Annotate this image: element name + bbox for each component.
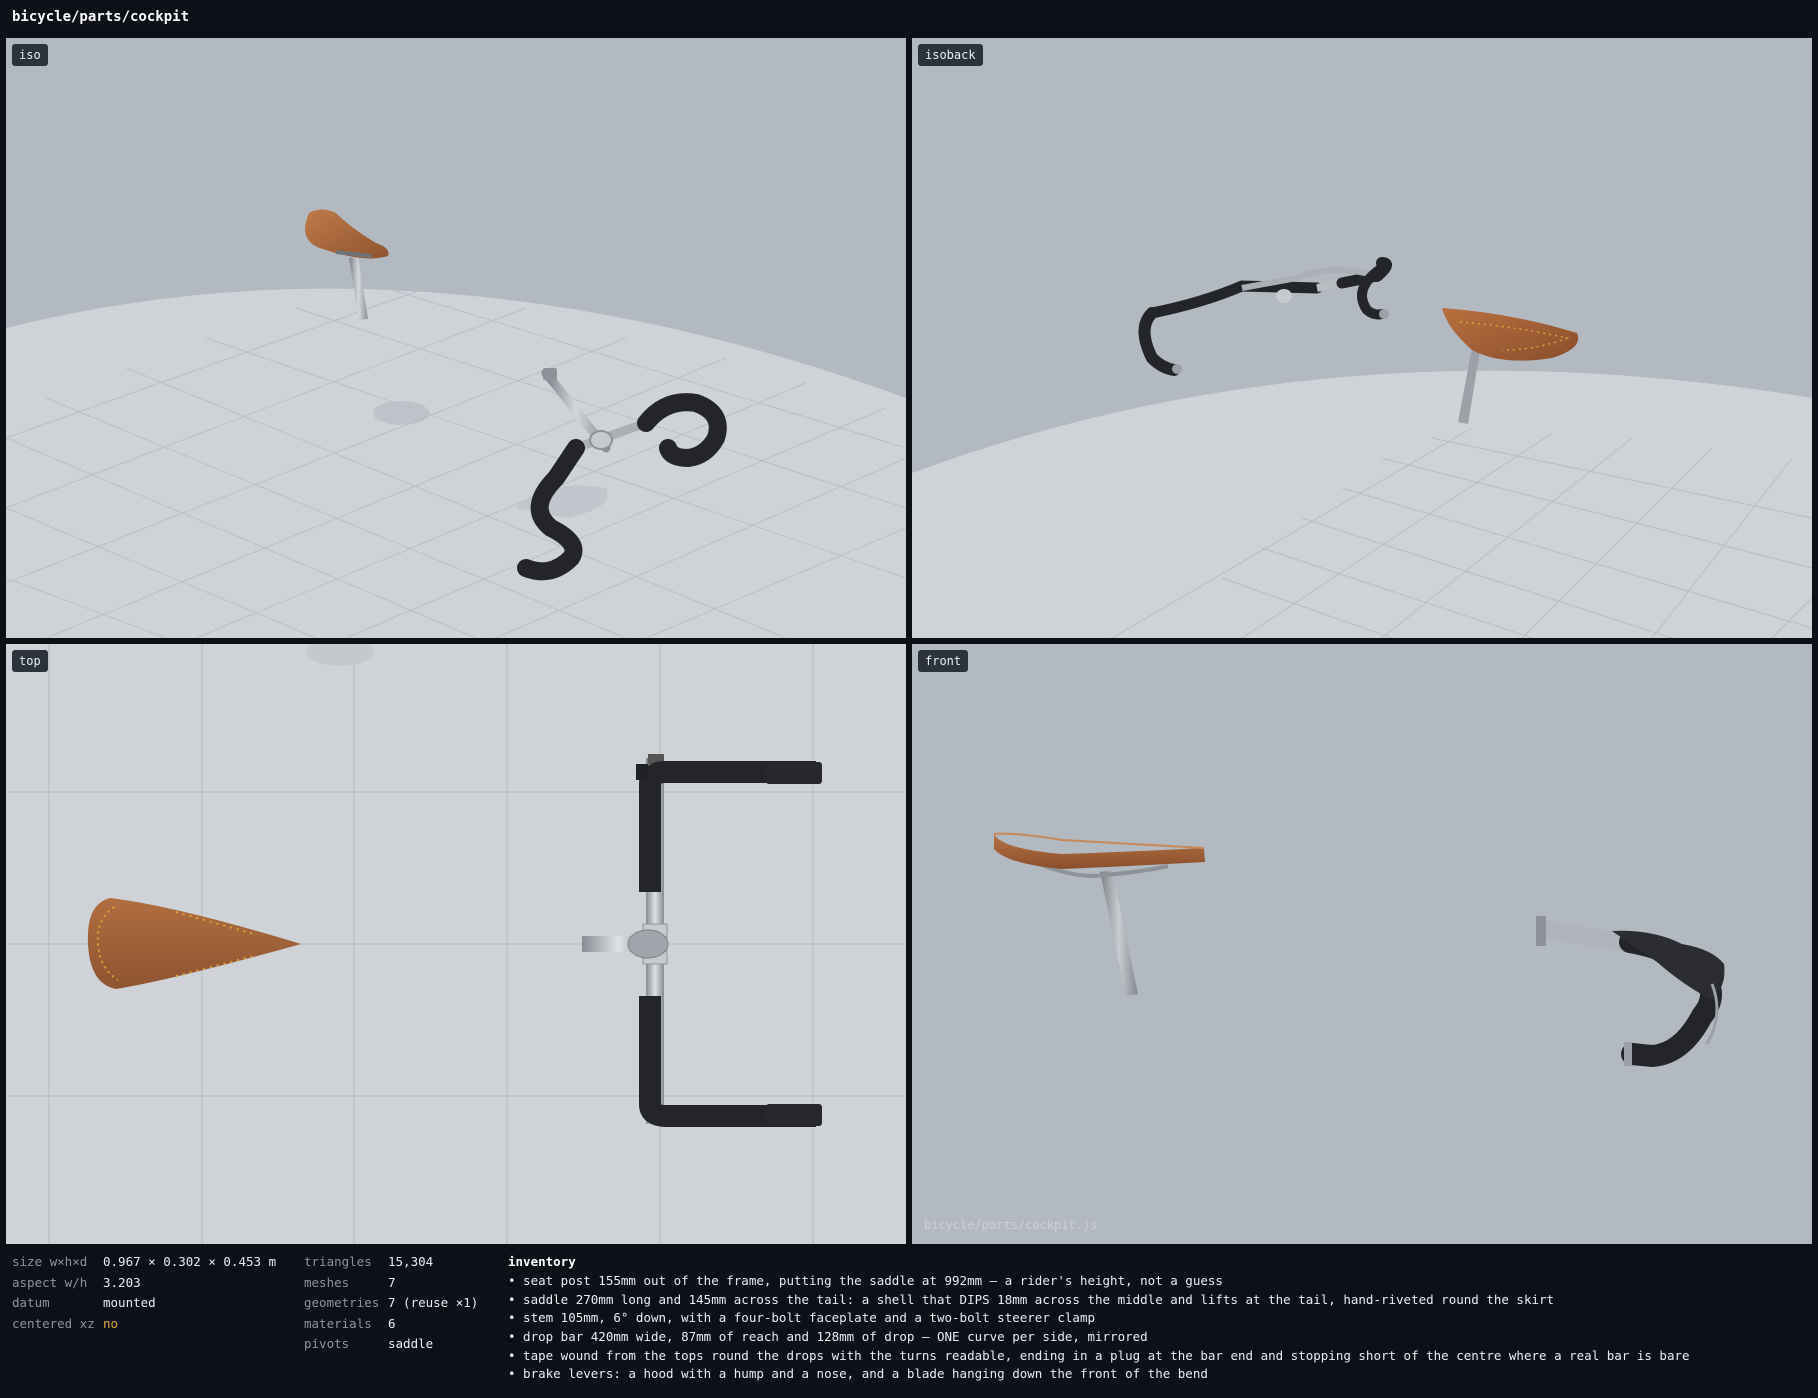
inventory-panel: inventory • seat post 155mm out of the f… [508,1254,1690,1385]
file-watermark: bicycle/parts/cockpit.js [924,1218,1098,1232]
viewport-label-isoback: isoback [918,44,983,66]
stat-value-warning: no [103,1315,119,1331]
stat-value: 7 (reuse ×1) [388,1295,479,1310]
stat-row-geometries: geometries 7 (reuse ×1) [304,1295,478,1316]
stat-key: centered xz [12,1315,95,1331]
inventory-item: • drop bar 420mm wide, 87mm of reach and… [508,1329,1148,1345]
stat-row-pivots: pivots saddle [304,1336,478,1357]
inventory-item: • seat post 155mm out of the frame, putt… [508,1273,1223,1288]
stats-panel-geometry: size w×h×d 0.967 × 0.302 × 0.453 m aspect… [12,1254,276,1336]
inventory-heading: inventory [508,1254,576,1269]
stat-row-triangles: triangles 15,304 [304,1254,478,1275]
viewport-iso[interactable]: iso [6,38,906,638]
stat-key: geometries [304,1295,380,1310]
stat-key: aspect w/h [12,1274,88,1290]
top-scene [6,644,906,1244]
stats-panel-mesh: triangles 15,304 meshes 7 geometries 7 (reu… [304,1254,478,1357]
viewport-label-front: front [918,650,969,672]
viewport-isoback[interactable]: isoback [912,38,1812,638]
stat-row-centered: centered xz no [12,1316,276,1337]
iso-scene [6,38,906,638]
front-scene [912,644,1812,1244]
inventory-item: • stem 105mm, 6° down, with a four-bolt … [508,1310,1095,1326]
stat-key: datum [12,1295,50,1310]
inventory-item: • tape wound from the tops round the dro… [508,1347,1690,1363]
stat-key: meshes [304,1274,350,1290]
stat-value: 0.967 × 0.302 × 0.453 m [103,1254,277,1269]
stat-row-datum: datum mounted [12,1295,276,1316]
stat-value: 15,304 [388,1254,434,1269]
stat-row-size: size w×h×d 0.967 × 0.302 × 0.453 m [12,1254,276,1275]
stat-key: pivots [304,1336,350,1351]
stat-row-meshes: meshes 7 [304,1275,478,1296]
stat-row-aspect: aspect w/h 3.203 [12,1275,276,1296]
stat-row-materials: materials 6 [304,1316,478,1337]
viewport-label-top: top [12,650,48,672]
stat-value: mounted [103,1295,156,1310]
inventory-item: • saddle 270mm long and 145mm across the… [508,1291,1555,1307]
stat-value: saddle [388,1336,434,1351]
viewport-top[interactable]: top [6,644,906,1244]
stat-value: 3.203 [103,1274,141,1290]
page-title: bicycle/parts/cockpit [12,9,190,25]
isoback-scene [912,38,1812,638]
viewport-label-iso: iso [12,44,48,66]
stat-key: triangles [304,1254,372,1269]
stat-value: 7 [388,1274,396,1290]
stat-value: 6 [388,1315,396,1331]
stat-key: materials [304,1315,372,1331]
stat-key: size w×h×d [12,1254,88,1269]
viewport-front[interactable]: front bicycle/parts/cockpit.js [912,644,1812,1244]
inventory-item: • brake levers: a hood with a hump and a… [508,1366,1208,1382]
